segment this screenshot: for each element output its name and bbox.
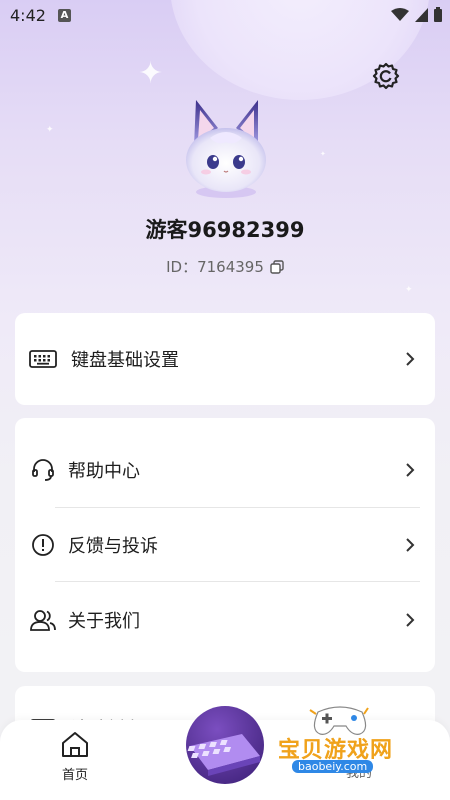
about-us-label: 关于我们 [68,611,140,632]
sparkle-icon: ✦ [138,56,164,91]
signal-icon [415,7,428,22]
status-bar: 4:42 A [0,0,450,32]
keyboard-icon [29,345,57,373]
watermark: 宝贝游戏网 baobeiy.com [278,702,438,792]
tab-home[interactable]: 首页 [50,730,100,783]
about-us-item[interactable]: 关于我们 [15,590,435,650]
chevron-right-icon [406,352,415,366]
keyboard-settings-label: 键盘基础设置 [71,350,179,371]
chevron-right-icon [406,613,415,627]
divider [55,581,420,582]
user-id: ID：7164395 [0,256,450,277]
user-id-text: ID：7164395 [166,258,264,276]
alert-icon [29,531,57,559]
feedback-item[interactable]: 反馈与投诉 [15,515,435,575]
divider [55,507,420,508]
home-icon [62,732,88,757]
chevron-right-icon [406,463,415,477]
settings-button[interactable] [370,60,402,92]
keyboard-settings-item[interactable]: 键盘基础设置 [15,329,435,389]
sparkle-icon: ✦ [320,150,326,158]
keyboard-3d-icon [187,734,260,776]
notification-icon: A [58,9,71,22]
keyboard-settings-card: 键盘基础设置 [15,313,435,405]
avatar[interactable] [180,96,272,202]
tab-home-label: 首页 [61,768,88,783]
status-time: 4:42 [10,6,46,25]
username: 游客96982399 [145,218,305,242]
copy-icon[interactable] [270,259,284,274]
sparkle-icon: ✦ [46,125,54,135]
fox-avatar-icon [186,100,266,198]
help-center-item[interactable]: 帮助中心 [15,440,435,500]
wifi-icon [391,7,409,21]
battery-icon [434,7,442,22]
sparkle-icon: ✦ [405,285,413,295]
headset-icon [29,456,57,484]
chevron-right-icon [406,538,415,552]
feedback-label: 反馈与投诉 [68,536,158,557]
watermark-url: baobeiy.com [292,760,374,773]
keyboard-center-button[interactable] [186,706,264,784]
users-icon [29,606,57,634]
help-card: 帮助中心 反馈与投诉 关于我们 [15,418,435,672]
help-center-label: 帮助中心 [68,461,140,482]
gear-icon [372,62,400,90]
